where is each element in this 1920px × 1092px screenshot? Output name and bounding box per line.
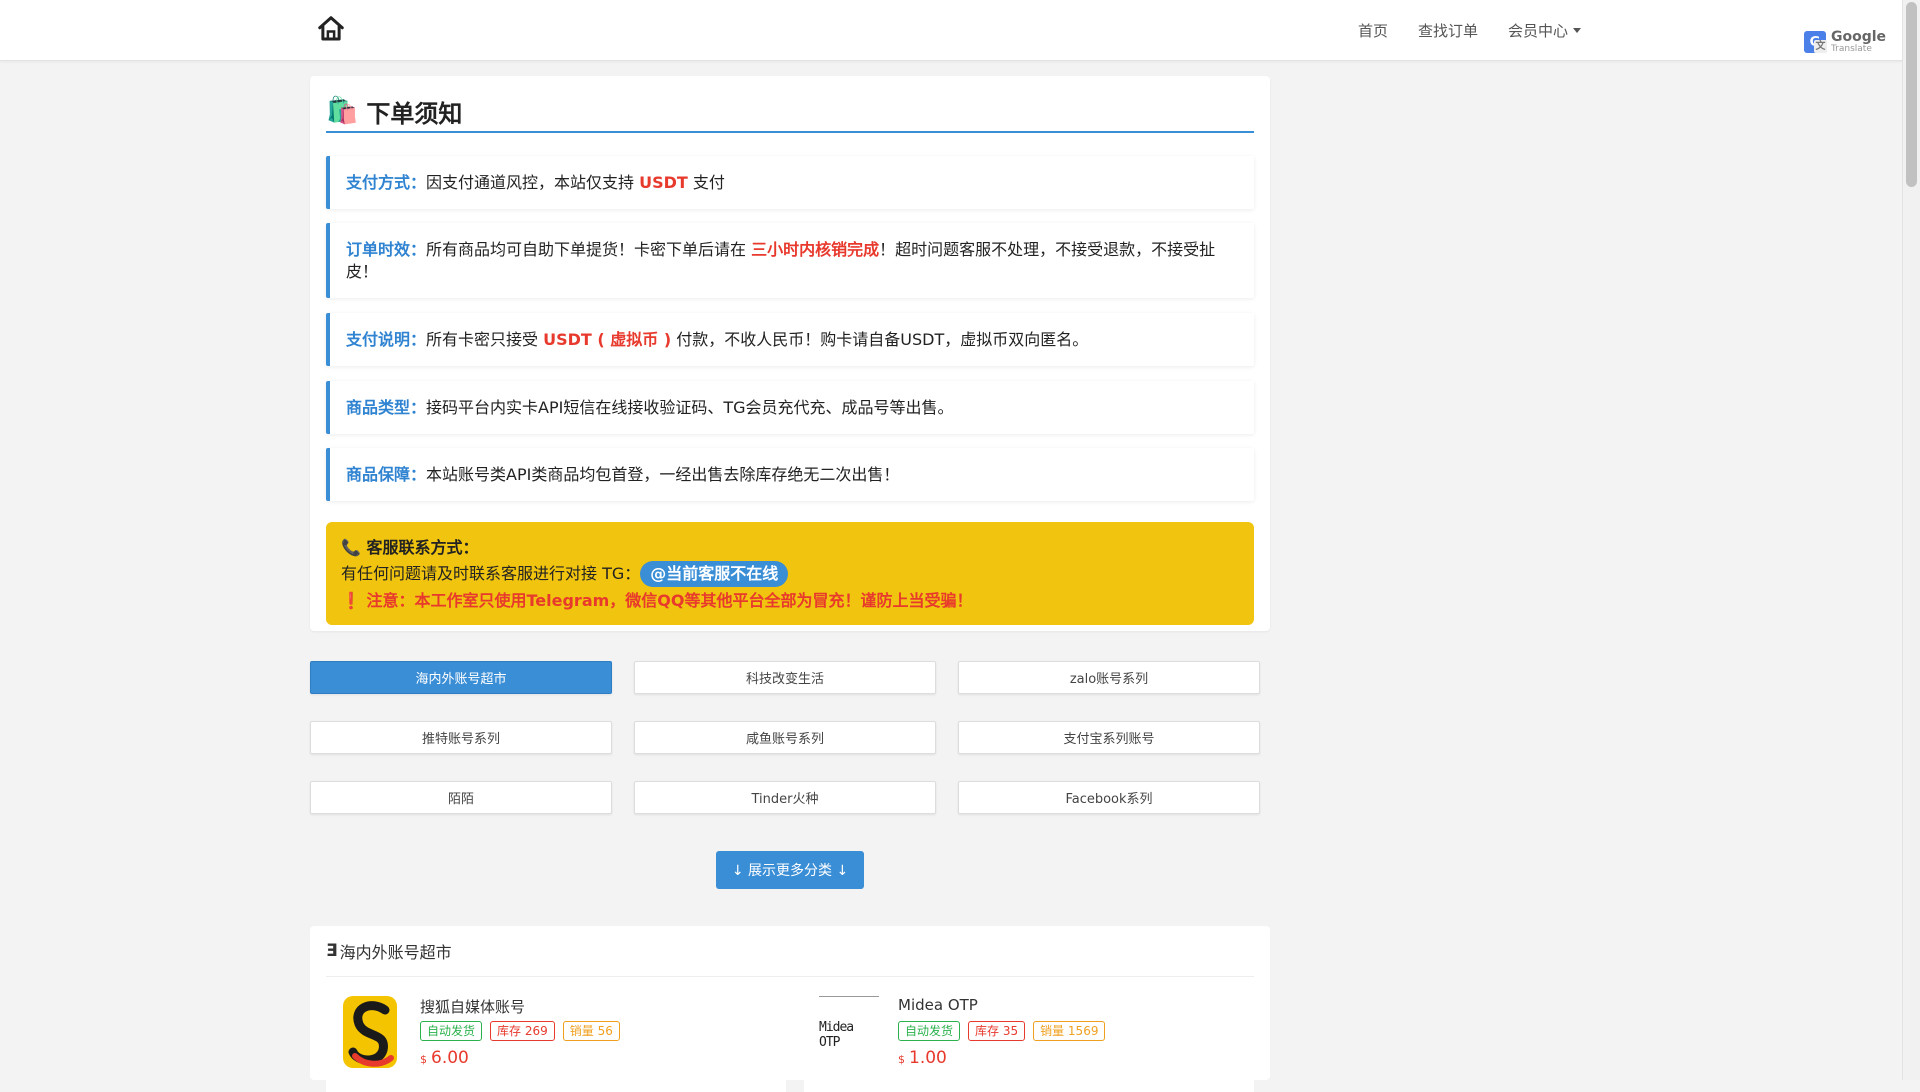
- notice-highlight: 三小时内核销完成: [751, 239, 880, 259]
- notice-label: 订单时效：: [346, 239, 427, 259]
- phone-icon: 📞: [341, 538, 361, 557]
- midea-otp-logo: Midea OTP: [819, 996, 879, 1072]
- product-section: Ǝ 海内外账号超市 搜狐自媒体账号 自动发货 库存 269 销量 56 $6.0…: [310, 926, 1270, 1092]
- category-overseas-accounts[interactable]: 海内外账号超市: [310, 661, 612, 694]
- nav-member-center-dropdown[interactable]: 会员中心: [1508, 20, 1582, 41]
- stock-badge: 库存 35: [968, 1021, 1026, 1041]
- notice-label: 商品保障：: [346, 464, 427, 484]
- category-tech-life[interactable]: 科技改变生活: [634, 661, 936, 694]
- auto-delivery-badge: 自动发货: [898, 1021, 961, 1041]
- auto-delivery-badge: 自动发货: [420, 1021, 483, 1041]
- warning-icon: ❗: [341, 591, 361, 610]
- notice-highlight: USDT ( 虚拟币 ): [543, 329, 672, 349]
- notice-text: 所有商品均可自助下单提货！卡密下单后请在: [426, 239, 752, 259]
- contact-title: 客服联系方式：: [366, 538, 479, 557]
- currency-symbol: $: [420, 1053, 427, 1066]
- notice-text-tail: 付款，不收人民币！购卡请自备USDT，虚拟币双向匿名。: [671, 329, 1089, 349]
- google-translate-widget[interactable]: G Google Translate: [1804, 30, 1886, 54]
- notice-label: 商品类型：: [346, 397, 427, 417]
- sales-badge: 销量 56: [562, 1021, 620, 1041]
- notice-text: 本站账号类API类商品均包首登，一经出售去除库存绝无二次出售！: [426, 464, 900, 484]
- product-name: Midea OTP: [898, 996, 978, 1014]
- product-price: $6.00: [420, 1048, 469, 1068]
- category-tinder[interactable]: Tinder火种: [634, 781, 936, 814]
- notice-highlight: USDT: [639, 172, 688, 192]
- telegram-contact-button[interactable]: @当前客服不在线: [640, 561, 789, 587]
- contact-box: 📞 客服联系方式： 有任何问题请及时联系客服进行对接 TG： @当前客服不在线 ❗…: [326, 522, 1254, 625]
- nav-member-center-label: 会员中心: [1508, 21, 1569, 40]
- home-icon[interactable]: [316, 14, 346, 44]
- nav-home-link[interactable]: 首页: [1358, 20, 1388, 41]
- currency-symbol: $: [898, 1053, 905, 1066]
- translate-icon: G: [1804, 31, 1827, 53]
- product-card[interactable]: Midea OTP Midea OTP 自动发货 库存 35 销量 1569 $…: [804, 992, 1254, 1092]
- notice-text: 所有卡密只接受: [426, 329, 544, 349]
- notice-item-payment-note: 支付说明：所有卡密只接受 USDT ( 虚拟币 ) 付款，不收人民币！购卡请自备…: [326, 313, 1254, 366]
- product-card[interactable]: 搜狐自媒体账号 自动发货 库存 269 销量 56 $6.00: [326, 992, 786, 1092]
- nav-links: 首页 查找订单 会员中心: [1358, 0, 1611, 60]
- category-zalo[interactable]: zalo账号系列: [958, 661, 1260, 694]
- notice-text: 接码平台内实卡API短信在线接收验证码、TG会员充代充、成品号等出售。: [426, 397, 954, 417]
- category-momo[interactable]: 陌陌: [310, 781, 612, 814]
- google-translate-brand: Google: [1831, 29, 1887, 45]
- shopping-bag-icon: 🛍️: [326, 96, 359, 126]
- category-twitter[interactable]: 推特账号系列: [310, 721, 612, 754]
- price-value: 1.00: [909, 1048, 947, 1068]
- notice-text: 因支付通道风控，本站仅支持: [426, 172, 640, 192]
- navbar: 首页 查找订单 会员中心 G Google Translate: [0, 0, 1903, 61]
- caret-down-icon: [1573, 27, 1582, 33]
- stock-badge: 库存 269: [490, 1021, 555, 1041]
- notice-item-guarantee: 商品保障：本站账号类API类商品均包首登，一经出售去除库存绝无二次出售！: [326, 448, 1254, 501]
- category-xianyu[interactable]: 咸鱼账号系列: [634, 721, 936, 754]
- contact-text: 有任何问题请及时联系客服进行对接 TG：: [341, 564, 641, 583]
- order-notice-panel: 🛍️ 下单须知 支付方式：因支付通道风控，本站仅支持 USDT 支付 订单时效：…: [310, 76, 1270, 631]
- contact-warning: 注意：本工作室只使用Telegram，微信QQ等其他平台全部为冒充！谨防上当受骗…: [366, 591, 973, 610]
- show-more-categories-button[interactable]: ↓ 展示更多分类 ↓: [716, 851, 864, 889]
- section-icon: Ǝ: [326, 941, 338, 961]
- scrollbar[interactable]: [1902, 0, 1920, 1080]
- notice-item-product-type: 商品类型：接码平台内实卡API短信在线接收验证码、TG会员充代充、成品号等出售。: [326, 381, 1254, 434]
- category-facebook[interactable]: Facebook系列: [958, 781, 1260, 814]
- notice-item-payment-method: 支付方式：因支付通道风控，本站仅支持 USDT 支付: [326, 156, 1254, 209]
- notice-title: 下单须知: [366, 99, 463, 128]
- product-badges: 自动发货 库存 35 销量 1569: [898, 1021, 1113, 1041]
- google-translate-sub: Translate: [1831, 44, 1872, 54]
- product-price: $1.00: [898, 1048, 947, 1068]
- notice-header: 🛍️ 下单须知: [326, 91, 1254, 133]
- notice-item-order-time: 订单时效：所有商品均可自助下单提货！卡密下单后请在 三小时内核销完成！超时问题客…: [326, 223, 1254, 298]
- notice-label: 支付方式：: [346, 172, 427, 192]
- category-alipay[interactable]: 支付宝系列账号: [958, 721, 1260, 754]
- product-name: 搜狐自媒体账号: [420, 998, 526, 1016]
- nav-find-order-link[interactable]: 查找订单: [1418, 20, 1478, 41]
- product-badges: 自动发货 库存 269 销量 56: [420, 1021, 628, 1041]
- sales-badge: 销量 1569: [1033, 1021, 1106, 1041]
- notice-label: 支付说明：: [346, 329, 427, 349]
- product-section-header: Ǝ 海内外账号超市: [326, 926, 1254, 977]
- sohu-logo: [343, 996, 397, 1068]
- scrollbar-thumb[interactable]: [1906, 2, 1917, 187]
- price-value: 6.00: [431, 1048, 469, 1068]
- product-section-title: 海内外账号超市: [339, 943, 452, 962]
- notice-text-tail: 支付: [687, 172, 725, 192]
